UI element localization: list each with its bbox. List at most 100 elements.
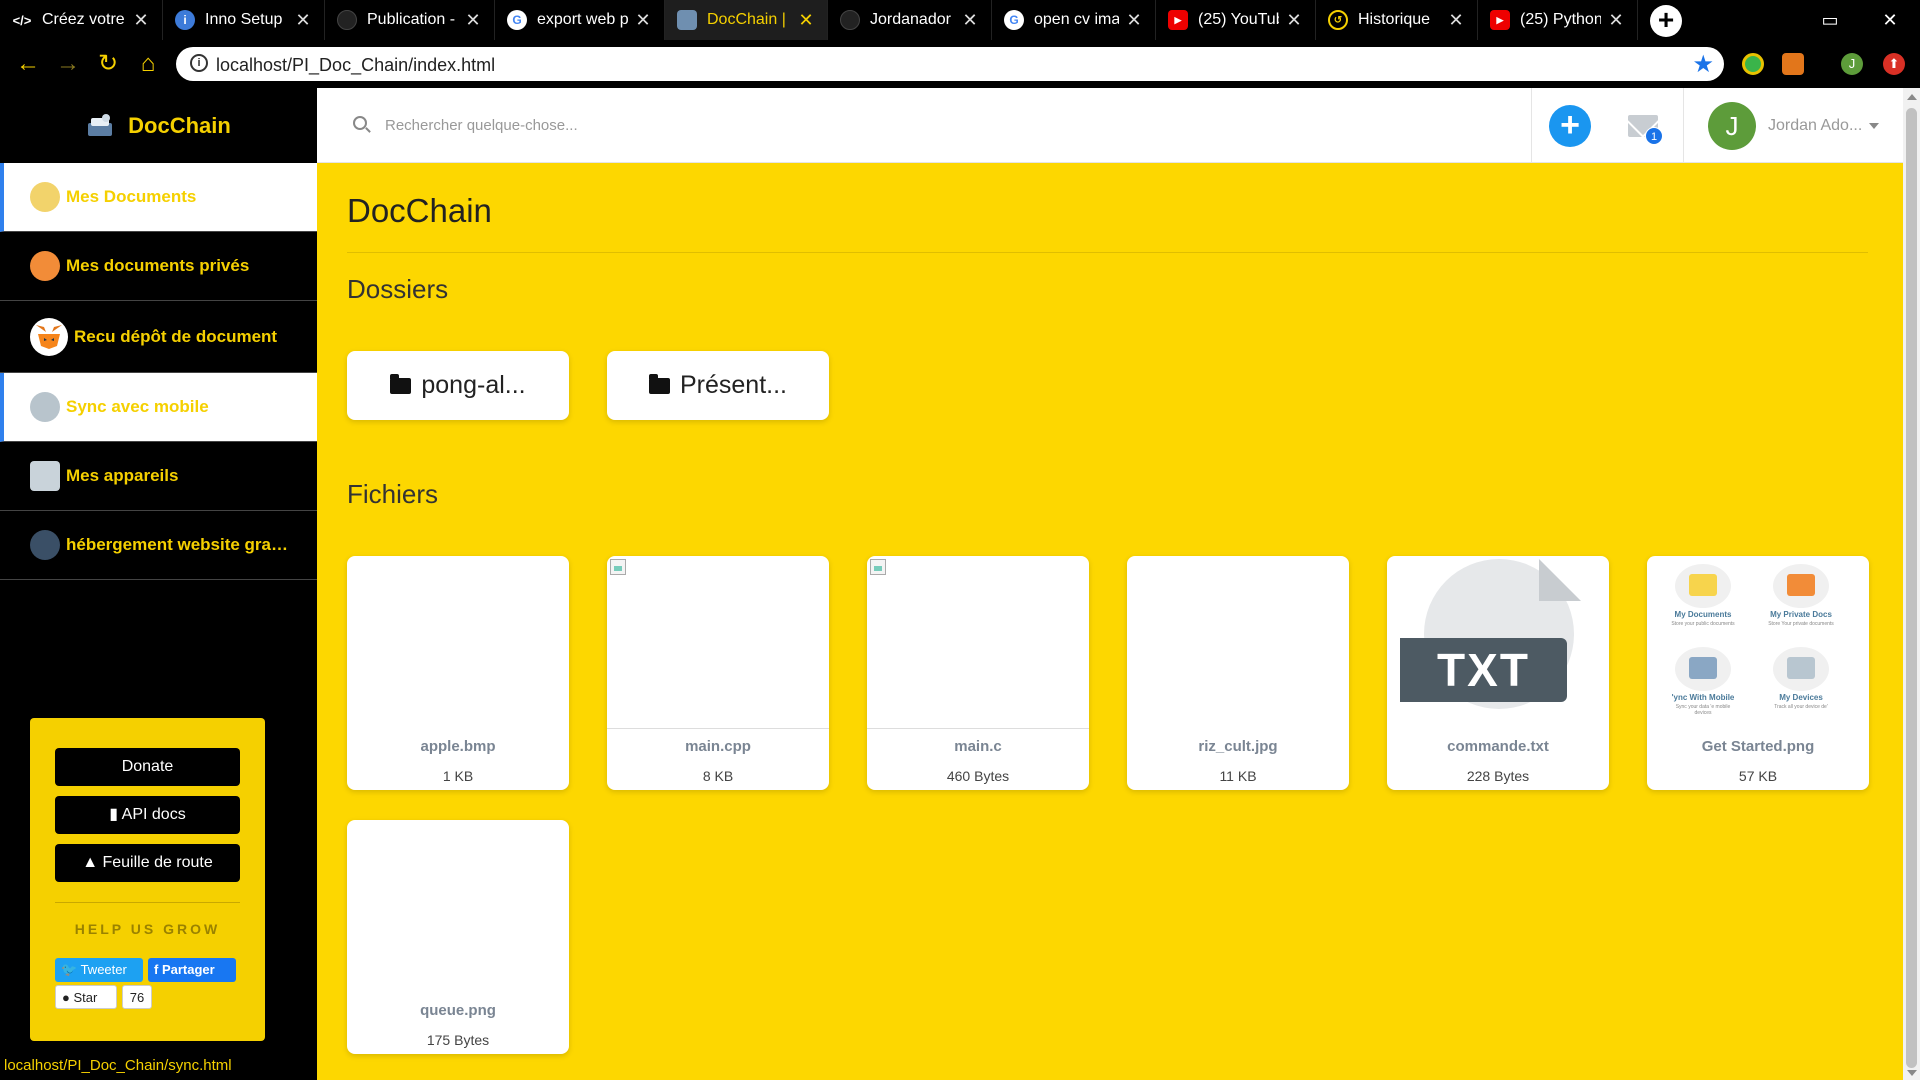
search-input[interactable] (385, 110, 985, 140)
code-icon: </> (12, 12, 32, 28)
folder-card[interactable]: pong-al... (347, 351, 569, 420)
metamask-extension-icon[interactable] (1782, 53, 1804, 75)
close-icon[interactable]: ✕ (1447, 10, 1465, 31)
file-card[interactable]: apple.bmp 1 KB (347, 556, 569, 790)
github-icon: ● (62, 990, 74, 1005)
star-label: Star (73, 990, 98, 1005)
sidebar-item-label: Recu dépôt de document (74, 326, 278, 346)
browser-tab[interactable]: Jordanador ✕ (828, 0, 992, 40)
info-icon[interactable]: i (190, 54, 208, 72)
twitter-icon: 🐦 (61, 962, 81, 977)
browser-tab[interactable]: i Inno Setup D ✕ (163, 0, 325, 40)
close-icon[interactable]: ✕ (1125, 10, 1143, 31)
close-icon[interactable]: ✕ (1607, 10, 1625, 31)
globe-icon (30, 530, 60, 560)
book-icon: ▮ (109, 806, 122, 823)
browser-tab[interactable]: ▶ (25) Python ✕ (1478, 0, 1638, 40)
divider (347, 252, 1868, 253)
chevron-down-icon[interactable] (1869, 123, 1879, 129)
preview-tile-label: My Documents (1674, 610, 1732, 619)
close-icon[interactable]: ✕ (1285, 10, 1303, 31)
file-card[interactable]: My Documents Store your public documents… (1647, 556, 1869, 790)
scroll-thumb[interactable] (1906, 108, 1917, 1068)
browser-tab[interactable]: ▶ (25) YouTub ✕ (1156, 0, 1316, 40)
donate-button[interactable]: Donate (55, 748, 240, 786)
file-card[interactable]: main.cpp 8 KB (607, 556, 829, 790)
file-card[interactable]: TXT commande.txt 228 Bytes (1387, 556, 1609, 790)
sidebar-item-recu-depot[interactable]: Recu dépôt de document (0, 301, 317, 373)
extension-icon[interactable] (1742, 53, 1764, 75)
forward-icon[interactable]: → (52, 48, 84, 80)
history-icon: ↺ (1328, 10, 1348, 30)
tab-title: Jordanador (870, 11, 951, 28)
sidebar-item-sync-mobile[interactable]: Sync avec mobile (0, 373, 317, 442)
close-icon[interactable]: ✕ (132, 10, 150, 31)
browser-tab[interactable]: ↺ Historique ✕ (1316, 0, 1478, 40)
user-avatar[interactable]: J (1708, 102, 1756, 150)
profile-avatar[interactable]: J (1841, 53, 1863, 75)
help-us-grow-heading: HELP US GROW (74, 921, 221, 937)
lock-icon (30, 251, 60, 281)
file-name: main.c (954, 738, 1002, 755)
sidebar-item-hebergement[interactable]: hébergement website gra… (0, 511, 317, 580)
sidebar-item-mes-appareils[interactable]: Mes appareils (0, 442, 317, 511)
youtube-icon: ▶ (1490, 10, 1510, 30)
close-icon[interactable]: ✕ (294, 10, 312, 31)
folder-icon (649, 373, 670, 394)
close-icon[interactable]: ✕ (961, 10, 979, 31)
reload-icon[interactable]: ↻ (92, 48, 124, 80)
file-name: commande.txt (1447, 738, 1549, 755)
browser-tab[interactable]: G export web p ✕ (495, 0, 665, 40)
divider (1683, 88, 1684, 163)
divider (55, 902, 240, 903)
browser-tab-active[interactable]: DocChain | M ✕ (665, 0, 828, 40)
file-card[interactable]: riz_cult.jpg 11 KB (1127, 556, 1349, 790)
bookmark-star-icon[interactable]: ★ (1692, 50, 1714, 79)
scroll-down-icon[interactable] (1907, 1070, 1917, 1076)
preview-tile: My Documents Store your public documents (1667, 564, 1739, 627)
facebook-icon: f (154, 962, 162, 977)
back-icon[interactable]: ← (12, 48, 44, 80)
close-icon[interactable]: ✕ (797, 10, 815, 31)
api-docs-button[interactable]: ▮ API docs (55, 796, 240, 834)
share-button[interactable]: f Partager (148, 958, 236, 982)
tweet-button[interactable]: 🐦 Tweeter (55, 958, 143, 982)
sidebar-item-label: Mes appareils (66, 466, 179, 485)
close-icon[interactable]: ✕ (634, 10, 652, 31)
mail-count-badge: 1 (1645, 127, 1663, 145)
youtube-icon: ▶ (1168, 10, 1188, 30)
brand[interactable]: DocChain (0, 88, 317, 163)
tweet-label: Tweeter (80, 962, 127, 977)
browser-tab[interactable]: G open cv ima ✕ (992, 0, 1156, 40)
sidebar-item-documents-prives[interactable]: Mes documents privés (0, 232, 317, 301)
roadmap-button[interactable]: ▲ Feuille de route (55, 844, 240, 882)
sidebar-item-mes-documents[interactable]: Mes Documents (0, 163, 317, 232)
add-button[interactable]: + (1549, 105, 1591, 147)
file-card[interactable]: main.c 460 Bytes (867, 556, 1089, 790)
sidebar-item-label: Mes Documents (66, 187, 197, 206)
address-url[interactable]: localhost/PI_Doc_Chain/index.html (216, 55, 495, 76)
user-name[interactable]: Jordan Ado... (1768, 117, 1862, 135)
file-thumbnail (1127, 556, 1349, 729)
file-size: 8 KB (702, 768, 734, 784)
folder-card[interactable]: Présent... (607, 351, 829, 420)
browser-tab[interactable]: Publication - ✕ (325, 0, 495, 40)
github-star-button[interactable]: ● Star (55, 985, 117, 1009)
file-size: 1 KB (442, 768, 474, 784)
star-count[interactable]: 76 (122, 985, 152, 1009)
page-scrollbar[interactable] (1903, 88, 1920, 1080)
browser-tab[interactable]: </> Créez votre p ✕ (0, 0, 163, 40)
close-icon[interactable]: ✕ (464, 10, 482, 31)
update-icon[interactable]: ⬆ (1883, 53, 1905, 75)
new-tab-button[interactable]: + (1650, 5, 1682, 37)
file-card[interactable]: queue.png 175 Bytes (347, 820, 569, 1054)
preview-tile-subtitle: Store Your private documents (1768, 621, 1834, 627)
folder-icon (1689, 574, 1717, 596)
home-icon[interactable]: ⌂ (132, 48, 164, 80)
github-icon (337, 10, 357, 30)
github-icon (840, 10, 860, 30)
close-window-icon[interactable]: ✕ (1860, 0, 1920, 40)
minimize-icon[interactable]: ▭ (1800, 0, 1860, 40)
address-bar[interactable]: i localhost/PI_Doc_Chain/index.html ★ (176, 47, 1724, 81)
scroll-up-icon[interactable] (1907, 94, 1917, 100)
